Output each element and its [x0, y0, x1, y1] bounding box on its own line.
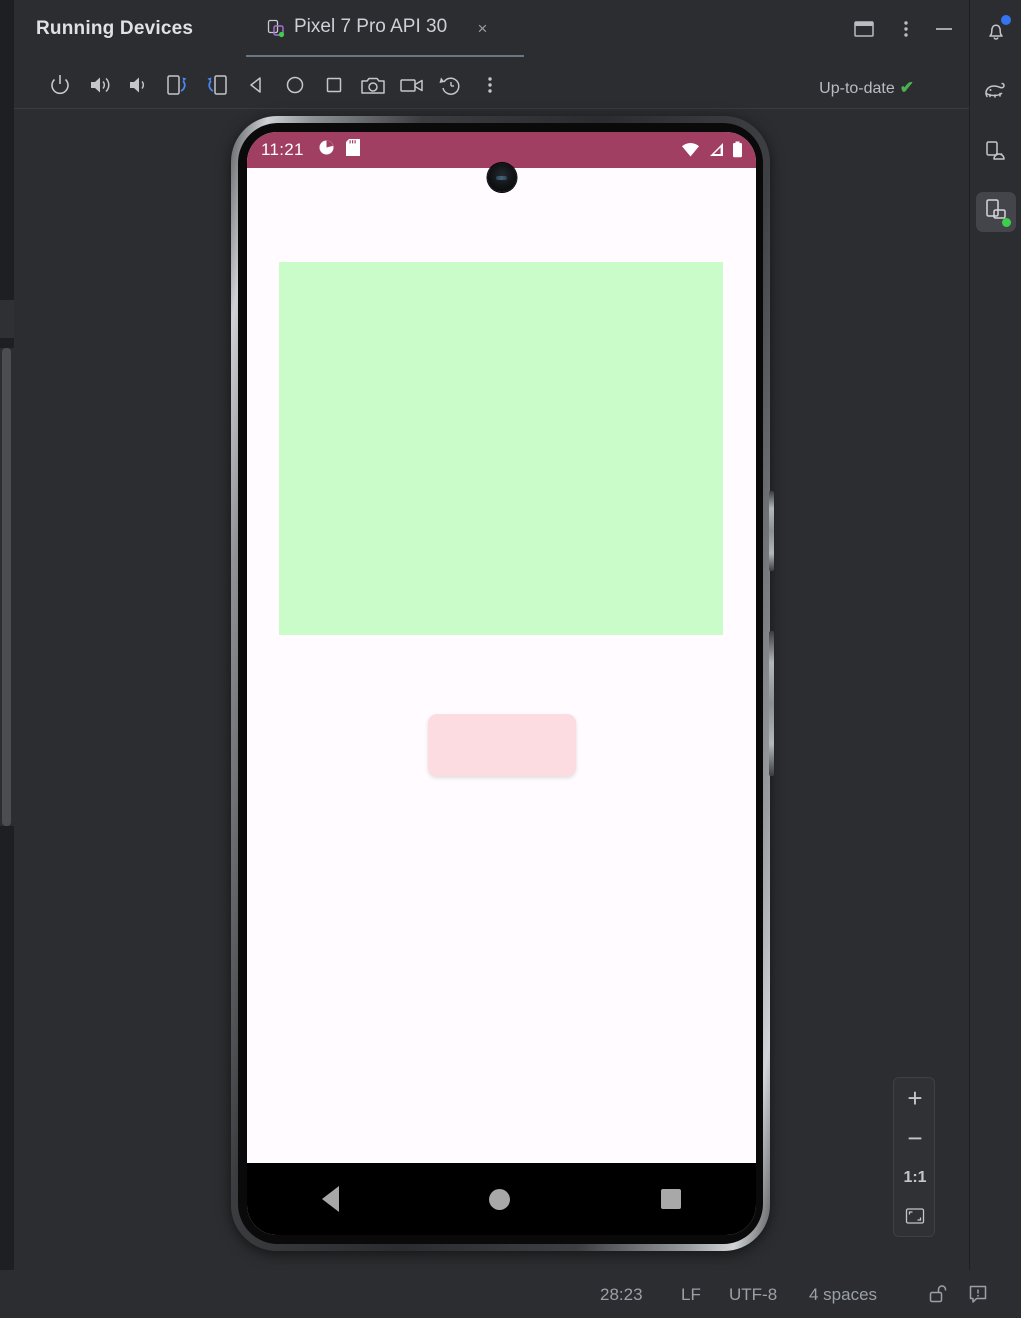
screenshot-button[interactable]: [358, 71, 388, 99]
front-camera-punch-hole: [487, 163, 516, 192]
indent-setting[interactable]: 4 spaces: [809, 1285, 877, 1305]
record-button[interactable]: [397, 71, 427, 99]
camera-lens-icon: [496, 175, 507, 180]
running-status-badge: [1002, 218, 1011, 227]
green-content-box[interactable]: [279, 262, 723, 635]
status-bar-left-icons: [318, 139, 360, 161]
left-edge-strip: [0, 0, 14, 1270]
split-window-button[interactable]: [852, 18, 876, 40]
emulator-device[interactable]: 11:21: [231, 116, 774, 1251]
notification-badge: [1001, 15, 1011, 25]
notification-balloon-icon[interactable]: [967, 1283, 989, 1305]
android-recents-button[interactable]: [660, 1189, 681, 1209]
android-home-button[interactable]: [489, 1188, 511, 1210]
check-icon: ✔: [899, 78, 914, 97]
tab-label: Pixel 7 Pro API 30: [294, 16, 448, 37]
right-tool-window-bar: [969, 0, 1021, 1270]
power-side-button[interactable]: [769, 491, 774, 571]
running-devices-panel: Running Devices Pixel 7 Pro API 30 × Up-…: [14, 0, 969, 1270]
android-back-button[interactable]: [322, 1186, 340, 1212]
unlocked-icon[interactable]: [927, 1283, 949, 1305]
overview-button[interactable]: [319, 71, 349, 99]
window-more-options-button[interactable]: [894, 18, 918, 40]
tab-pixel-7-pro[interactable]: Pixel 7 Pro API 30 ×: [246, 0, 524, 57]
sd-card-icon: [345, 139, 360, 161]
pink-content-box[interactable]: [428, 714, 576, 776]
volume-up-button[interactable]: [84, 71, 114, 99]
file-encoding[interactable]: UTF-8: [729, 1285, 777, 1305]
editor-scrollbar[interactable]: [2, 348, 11, 826]
app-content: [247, 168, 756, 1199]
device-screen[interactable]: 11:21: [247, 132, 756, 1235]
home-button[interactable]: [280, 71, 310, 99]
volume-side-button[interactable]: [769, 631, 774, 776]
device-manager-button[interactable]: [976, 133, 1016, 173]
up-to-date-label: Up-to-date: [819, 80, 895, 97]
page-title: Running Devices: [36, 18, 194, 39]
left-edge-block: [0, 0, 14, 300]
elephant-icon: [982, 77, 1010, 108]
battery-icon: [732, 141, 743, 163]
device-tab-icon: [266, 19, 286, 39]
volume-down-button[interactable]: [122, 71, 152, 99]
actual-size-button[interactable]: 1:1: [894, 1158, 936, 1198]
android-navigation-bar: [247, 1163, 756, 1235]
running-devices-button[interactable]: [976, 192, 1016, 232]
left-edge-block: [0, 300, 14, 338]
toolbar-more-button[interactable]: [475, 71, 505, 99]
gradle-button[interactable]: [976, 72, 1016, 112]
status-badge: Up-to-date ✔: [819, 78, 914, 98]
minimize-button[interactable]: [932, 18, 956, 40]
zoom-out-button[interactable]: −: [894, 1118, 936, 1158]
caret-position[interactable]: 28:23: [600, 1285, 643, 1305]
status-bar-right-icons: [681, 141, 743, 163]
power-button[interactable]: [45, 71, 75, 99]
fit-to-screen-button[interactable]: [894, 1198, 936, 1238]
line-separator[interactable]: LF: [681, 1285, 701, 1305]
back-button[interactable]: [241, 71, 271, 99]
wifi-icon: [681, 141, 700, 163]
left-edge-block: [0, 826, 14, 1270]
device-android-icon: [983, 138, 1009, 169]
data-saver-icon: [318, 139, 335, 161]
status-bar-clock: 11:21: [261, 140, 304, 159]
app-root: Running Devices Pixel 7 Pro API 30 × Up-…: [0, 0, 1021, 1318]
zoom-in-button[interactable]: +: [894, 1078, 936, 1118]
close-icon[interactable]: ×: [474, 20, 491, 38]
zoom-controls-panel: + − 1:1: [893, 1077, 935, 1237]
cellular-signal-icon: [707, 141, 725, 163]
restart-button[interactable]: [436, 71, 466, 99]
panel-header: Running Devices Pixel 7 Pro API 30 ×: [14, 0, 969, 57]
notifications-button[interactable]: [976, 11, 1016, 51]
ide-status-bar: 28:23 LF UTF-8 4 spaces: [0, 1270, 1021, 1318]
fit-to-screen-icon: [903, 1205, 927, 1232]
left-edge-block: [0, 338, 14, 348]
rotate-left-button[interactable]: [162, 71, 192, 99]
rotate-right-button[interactable]: [202, 71, 232, 99]
